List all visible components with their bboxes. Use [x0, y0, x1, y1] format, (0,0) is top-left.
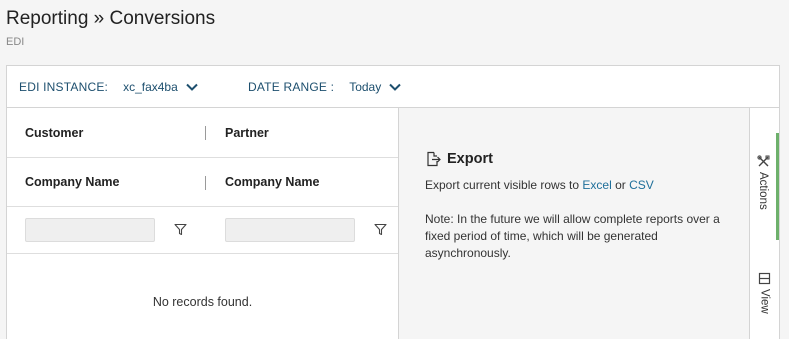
columns-icon — [758, 272, 771, 285]
edi-instance-filter[interactable]: EDI INSTANCE: xc_fax4ba — [7, 66, 212, 109]
export-note: Note: In the future we will allow comple… — [425, 212, 720, 260]
export-text-or: or — [615, 178, 626, 192]
export-description: Export current visible rows to Excel or … — [425, 178, 654, 192]
empty-message: No records found. — [152, 295, 253, 309]
side-rail: Actions View — [749, 107, 780, 339]
column-header-partner-company-name[interactable]: Company Name — [225, 158, 319, 206]
export-header: Export — [425, 151, 493, 167]
group-header-row: Customer Partner — [7, 108, 398, 158]
chevron-down-icon — [389, 83, 401, 91]
export-icon — [427, 151, 441, 167]
export-excel-link[interactable]: Excel — [582, 178, 611, 192]
group-header-partner[interactable]: Partner — [225, 108, 269, 157]
funnel-icon[interactable] — [374, 223, 387, 236]
column-header-customer-company-name[interactable]: Company Name — [25, 158, 119, 206]
tools-icon — [756, 155, 769, 167]
column-header-row: Company Name Company Name — [7, 158, 398, 207]
funnel-icon[interactable] — [174, 223, 187, 236]
customer-company-filter-input[interactable] — [25, 218, 155, 242]
date-range-filter[interactable]: DATE RANGE : Today — [248, 66, 401, 108]
column-separator[interactable] — [205, 176, 206, 190]
export-title: Export — [447, 151, 493, 167]
data-grid: Customer Partner Company Name Company Na… — [6, 107, 399, 339]
export-panel: Export Export current visible rows to Ex… — [399, 107, 750, 339]
chevron-down-icon — [186, 83, 198, 91]
edi-instance-label: EDI INSTANCE: — [19, 80, 109, 94]
side-tab-view[interactable]: View — [750, 268, 779, 328]
group-header-customer[interactable]: Customer — [25, 108, 83, 157]
filter-bar: EDI INSTANCE: xc_fax4ba DATE RANGE : Tod… — [6, 65, 780, 109]
export-csv-link[interactable]: CSV — [629, 178, 654, 192]
side-tab-actions[interactable]: Actions — [750, 133, 779, 240]
export-text-prefix: Export current visible rows to — [425, 178, 580, 192]
date-range-label: DATE RANGE : — [248, 80, 335, 94]
column-separator[interactable] — [205, 126, 206, 140]
filter-row — [7, 207, 398, 254]
side-tab-actions-label: Actions — [757, 172, 769, 210]
date-range-value: Today — [349, 80, 382, 94]
partner-company-filter-input[interactable] — [225, 218, 355, 242]
edi-instance-value: xc_fax4ba — [123, 80, 178, 94]
page-subtitle: EDI — [6, 36, 25, 48]
page-title: Reporting » Conversions — [6, 8, 216, 29]
side-tab-view-label: View — [758, 289, 771, 314]
